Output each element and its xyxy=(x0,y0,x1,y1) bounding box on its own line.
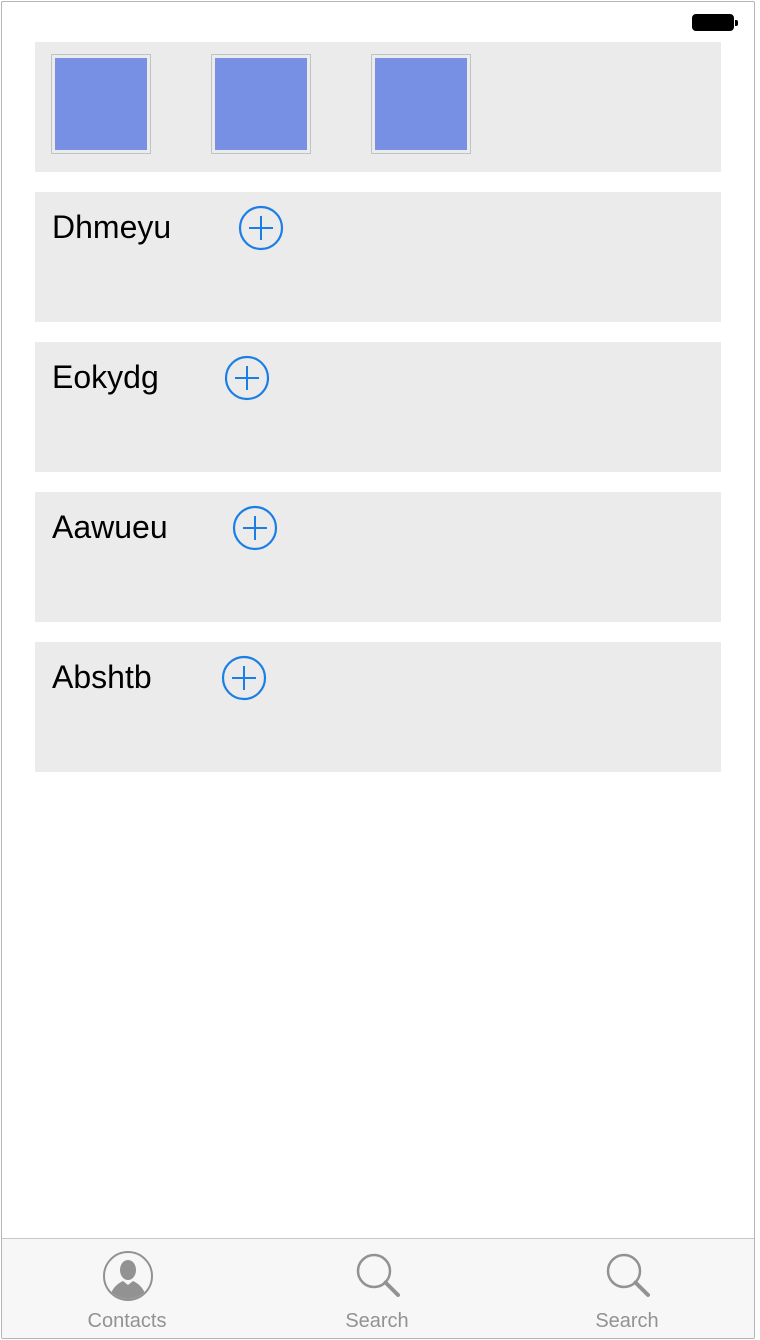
tab-contacts[interactable]: Contacts xyxy=(2,1239,252,1338)
thumbnail-image[interactable] xyxy=(51,54,151,154)
thumbnail-image[interactable] xyxy=(211,54,311,154)
person-icon xyxy=(101,1249,155,1303)
tab-search[interactable]: Search xyxy=(502,1239,752,1338)
row-label: Abshtb xyxy=(52,659,152,695)
image-strip xyxy=(35,42,721,172)
status-bar xyxy=(2,2,754,42)
thumbnail-fill xyxy=(215,58,307,150)
list-item: Abshtb xyxy=(35,642,721,772)
tab-label: Search xyxy=(595,1310,659,1332)
search-icon xyxy=(351,1249,405,1303)
list-item: Eokydg xyxy=(35,342,721,472)
row-label: Dhmeyu xyxy=(52,209,172,245)
tab-bar: Contacts Search Search xyxy=(2,1238,754,1338)
thumbnail-fill xyxy=(55,58,147,150)
add-circle-icon[interactable] xyxy=(232,505,278,551)
add-circle-icon[interactable] xyxy=(238,205,284,251)
list-item: Dhmeyu xyxy=(35,192,721,322)
search-icon xyxy=(601,1249,655,1303)
app-screen: Dhmeyu Eokydg Aawueu Abshtb Contacts Sea… xyxy=(1,1,755,1339)
add-circle-icon[interactable] xyxy=(224,355,270,401)
list-item: Aawueu xyxy=(35,492,721,622)
battery-full-icon xyxy=(692,14,738,31)
tab-label: Search xyxy=(345,1310,409,1332)
row-label: Aawueu xyxy=(52,509,168,545)
add-circle-icon[interactable] xyxy=(221,655,267,701)
tab-label: Contacts xyxy=(87,1310,167,1332)
row-label: Eokydg xyxy=(52,359,159,395)
tab-search[interactable]: Search xyxy=(252,1239,502,1338)
thumbnail-fill xyxy=(375,58,467,150)
thumbnail-image[interactable] xyxy=(371,54,471,154)
